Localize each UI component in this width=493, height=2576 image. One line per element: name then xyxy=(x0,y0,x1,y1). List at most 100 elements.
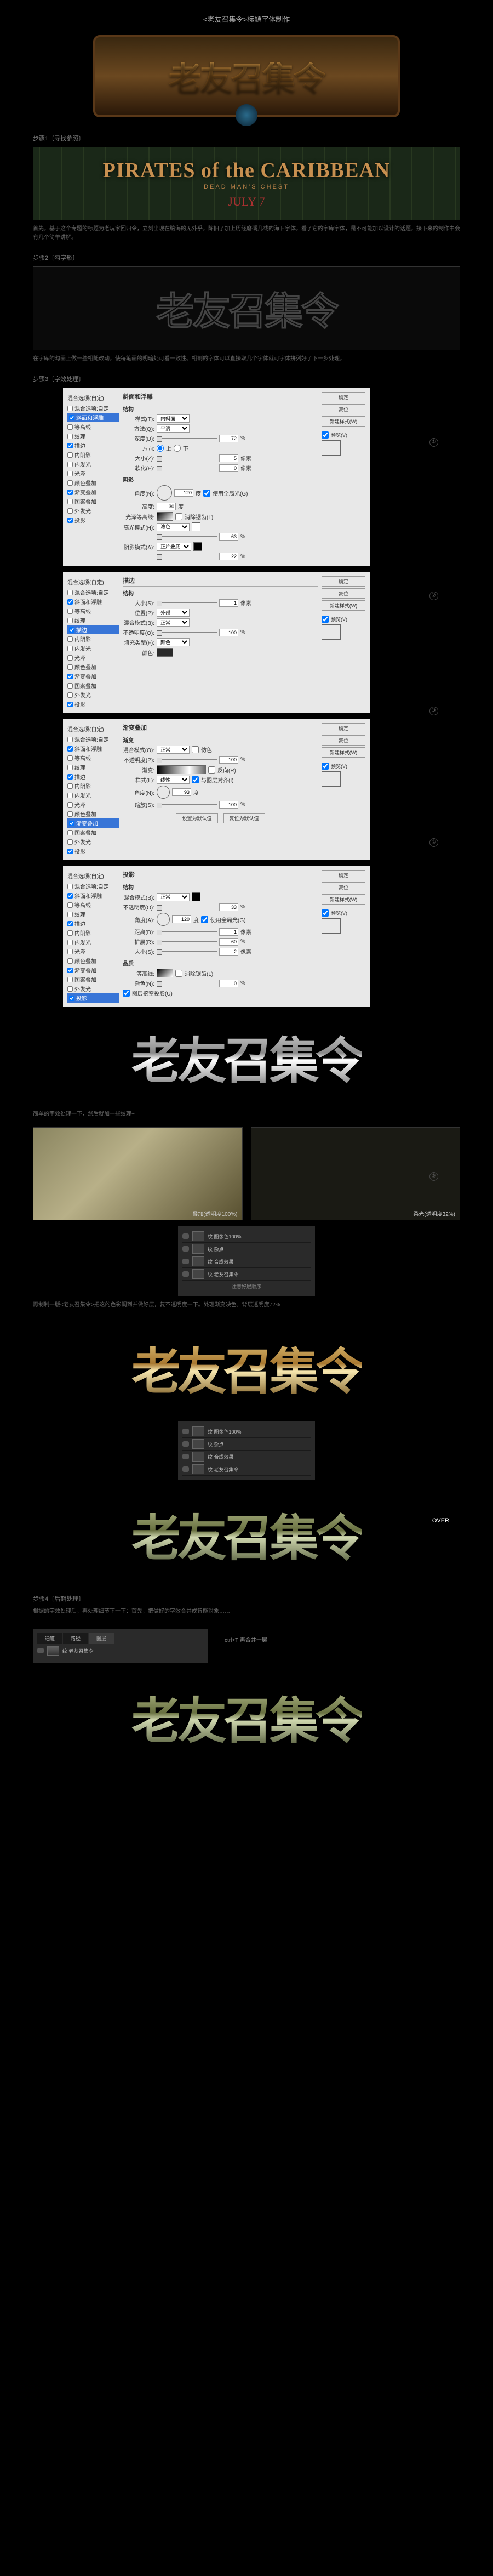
visibility-icon[interactable] xyxy=(182,1233,189,1239)
ok-button[interactable]: 确定 xyxy=(322,576,365,587)
layer-row[interactable]: 纹 图像色100% xyxy=(182,1425,311,1438)
reset-button[interactable]: 复位 xyxy=(322,404,365,414)
stroke-position-select[interactable]: 外部 xyxy=(157,609,190,617)
shadow-color[interactable] xyxy=(193,542,202,551)
preview-check[interactable] xyxy=(322,616,329,623)
layer-row[interactable]: 纹 杂点 xyxy=(182,1243,311,1255)
style-select[interactable]: 内斜面 xyxy=(157,414,190,423)
ok-button[interactable]: 确定 xyxy=(322,870,365,880)
style-check-12[interactable]: 投影 xyxy=(67,993,119,1003)
angle-input[interactable] xyxy=(174,489,193,497)
preview-check[interactable] xyxy=(322,909,329,917)
ds-angle-dial[interactable] xyxy=(157,913,170,926)
grad-scale-input[interactable] xyxy=(219,801,238,809)
highlight-opacity-input[interactable] xyxy=(219,533,238,541)
shadow-mode-select[interactable]: 正片叠底 xyxy=(157,543,191,551)
style-check-9[interactable]: 渐变叠加 xyxy=(67,965,119,975)
style-check-12[interactable]: 投影 xyxy=(67,846,119,856)
reset-default-button[interactable]: 复位为默认值 xyxy=(223,813,265,823)
method-select[interactable]: 平滑 xyxy=(157,424,190,433)
ok-button[interactable]: 确定 xyxy=(322,723,365,733)
visibility-icon[interactable] xyxy=(37,1648,44,1653)
layer-row[interactable]: 纹 图像色100% xyxy=(182,1230,311,1243)
visibility-icon[interactable] xyxy=(182,1454,189,1459)
layer-row[interactable]: 纹 合成效果 xyxy=(182,1255,311,1268)
grad-angle-dial[interactable] xyxy=(157,786,170,799)
highlight-opacity-slider[interactable] xyxy=(157,533,217,540)
style-check-2[interactable]: 等高线 xyxy=(67,606,119,616)
depth-slider[interactable] xyxy=(157,435,217,442)
ds-size-slider[interactable] xyxy=(157,948,217,955)
style-check-11[interactable]: 外发光 xyxy=(67,984,119,993)
stroke-blend-select[interactable]: 正常 xyxy=(157,618,190,627)
reverse-check[interactable] xyxy=(208,766,215,774)
ds-distance-slider[interactable] xyxy=(157,929,217,935)
style-check-0[interactable]: 混合选项:自定 xyxy=(67,588,119,597)
visibility-icon[interactable] xyxy=(182,1259,189,1264)
style-check-11[interactable]: 外发光 xyxy=(67,690,119,700)
style-check-4[interactable]: 描边 xyxy=(67,441,119,450)
ds-size-input[interactable] xyxy=(219,948,238,956)
tab-path[interactable]: 路径 xyxy=(63,1633,88,1644)
new-style-button[interactable]: 新建样式(W) xyxy=(322,894,365,905)
ds-antialias-check[interactable] xyxy=(175,970,182,977)
style-check-11[interactable]: 外发光 xyxy=(67,506,119,515)
style-check-2[interactable]: 等高线 xyxy=(67,900,119,909)
style-check-4[interactable]: 描边 xyxy=(67,625,119,634)
ds-distance-input[interactable] xyxy=(219,928,238,936)
stroke-color-swatch[interactable] xyxy=(157,648,173,657)
shadow-opacity-slider[interactable] xyxy=(157,553,217,560)
style-check-7[interactable]: 光泽 xyxy=(67,800,119,809)
layer-row[interactable]: 纹 杂点 xyxy=(182,1438,311,1451)
ds-spread-input[interactable] xyxy=(219,938,238,946)
reset-button[interactable]: 复位 xyxy=(322,882,365,892)
style-check-5[interactable]: 内阴影 xyxy=(67,634,119,644)
angle-dial[interactable] xyxy=(157,485,172,501)
style-check-3[interactable]: 纹理 xyxy=(67,909,119,919)
tab-layer[interactable]: 图层 xyxy=(89,1633,114,1644)
ds-blend-select[interactable]: 正常 xyxy=(157,893,190,901)
style-check-2[interactable]: 等高线 xyxy=(67,422,119,431)
style-check-2[interactable]: 等高线 xyxy=(67,753,119,763)
style-check-3[interactable]: 纹理 xyxy=(67,431,119,441)
ds-opacity-input[interactable] xyxy=(219,903,238,911)
size-slider[interactable] xyxy=(157,455,217,462)
size-input[interactable] xyxy=(219,454,238,462)
new-style-button[interactable]: 新建样式(W) xyxy=(322,600,365,611)
visibility-icon[interactable] xyxy=(182,1271,189,1277)
tab-channel[interactable]: 通道 xyxy=(37,1633,62,1644)
visibility-icon[interactable] xyxy=(182,1246,189,1252)
global-light-check[interactable] xyxy=(203,490,210,497)
visibility-icon[interactable] xyxy=(182,1466,189,1472)
antialias-check[interactable] xyxy=(175,513,182,520)
style-check-1[interactable]: 斜面和浮雕 xyxy=(67,413,119,422)
style-check-3[interactable]: 纹理 xyxy=(67,763,119,772)
style-check-5[interactable]: 内阴影 xyxy=(67,781,119,791)
style-check-10[interactable]: 图案叠加 xyxy=(67,681,119,690)
set-default-button[interactable]: 设置为默认值 xyxy=(176,813,217,823)
shadow-opacity-input[interactable] xyxy=(219,553,238,560)
style-check-7[interactable]: 光泽 xyxy=(67,653,119,662)
new-style-button[interactable]: 新建样式(W) xyxy=(322,747,365,758)
style-check-12[interactable]: 投影 xyxy=(67,700,119,709)
style-check-6[interactable]: 内发光 xyxy=(67,644,119,653)
style-check-4[interactable]: 描边 xyxy=(67,772,119,781)
style-check-4[interactable]: 描边 xyxy=(67,919,119,928)
style-check-6[interactable]: 内发光 xyxy=(67,937,119,947)
ds-global-check[interactable] xyxy=(201,916,208,923)
dir-up-radio[interactable] xyxy=(157,445,164,452)
grad-blend-select[interactable]: 正常 xyxy=(157,746,190,754)
style-check-8[interactable]: 颜色叠加 xyxy=(67,809,119,818)
style-check-5[interactable]: 内阴影 xyxy=(67,928,119,937)
dither-check[interactable] xyxy=(192,746,199,753)
ds-spread-slider[interactable] xyxy=(157,939,217,945)
stroke-opacity-input[interactable] xyxy=(219,629,238,636)
stroke-fill-select[interactable]: 颜色 xyxy=(157,638,190,646)
dir-down-radio[interactable] xyxy=(174,445,181,452)
align-layer-check[interactable] xyxy=(192,776,199,783)
knockout-check[interactable] xyxy=(123,990,130,997)
style-check-10[interactable]: 图案叠加 xyxy=(67,828,119,837)
style-check-1[interactable]: 斜面和浮雕 xyxy=(67,597,119,606)
style-check-0[interactable]: 混合选项:自定 xyxy=(67,403,119,413)
reset-button[interactable]: 复位 xyxy=(322,588,365,599)
